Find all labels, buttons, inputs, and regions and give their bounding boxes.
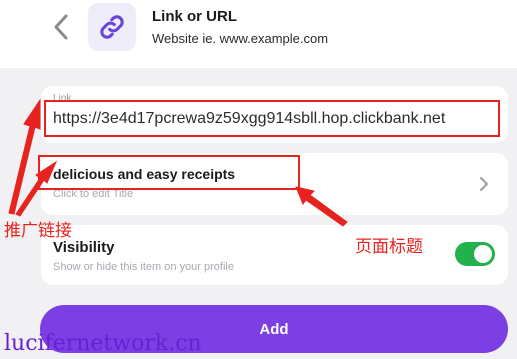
watermark-text: lucifernetwork.cn bbox=[4, 331, 202, 356]
page-title-arrow bbox=[295, 186, 348, 227]
page-title-annotation: 页面标题 bbox=[355, 237, 423, 257]
annotation-arrows bbox=[8, 98, 348, 227]
promo-link-annotation: 推广链接 bbox=[4, 221, 72, 241]
promo-link-arrow bbox=[8, 98, 41, 215]
